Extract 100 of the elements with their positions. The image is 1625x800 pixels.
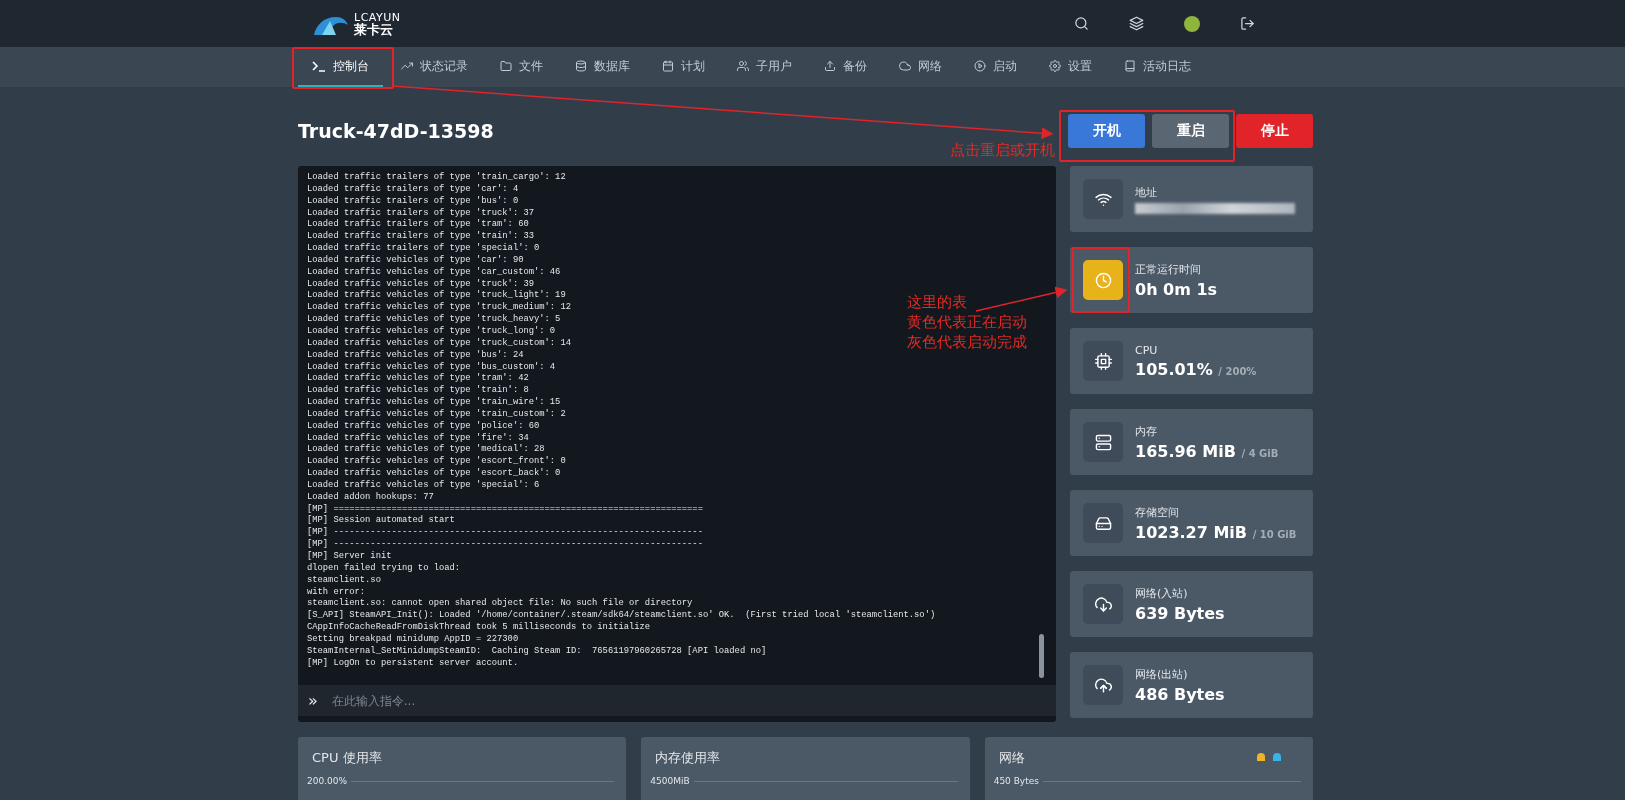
nav-tab[interactable]: 活动日志 [1110,47,1205,87]
console-line: Loaded traffic vehicles of type 'car': 90 [307,254,524,267]
console-line: Loaded traffic vehicles of type 'medical': 28 [307,444,545,456]
axis-tick: 200.00% [307,776,348,786]
console-line: Setting breakpad minidump AppID = 227300 [307,633,519,646]
stat-value: 165.96 MiB / 4 GiB [1135,441,1279,461]
database-icon [575,60,587,72]
command-field[interactable]: » 在此输入指令... [298,685,1056,716]
console-line: Loaded traffic vehicles of type 'car_custom': 46 [307,266,561,279]
nav-tab[interactable]: 控制台 [298,47,383,87]
settings-icon [1049,60,1061,72]
console-line: Loaded traffic vehicles of type 'train': 8 [307,385,529,397]
logo-text: LCAYUN [354,11,401,23]
power-button[interactable]: 开机 [1068,113,1145,148]
console-line: Loaded traffic trailers of type 'tram': 60 [307,219,529,231]
play-icon [974,60,986,72]
console-line: Loaded traffic trailers of type 'special': 0 [307,243,540,255]
nav-tab[interactable]: 状态记录 [387,47,482,87]
stat-value: 486 Bytes [1135,684,1225,704]
console-line: Loaded traffic trailers of type 'train_cargo': 12 [307,172,566,184]
folder-icon [500,60,512,72]
stat-value: 105.01% / 200% [1135,359,1257,379]
console-line: Loaded addon hookups: 77 [307,491,434,504]
console-line: [MP] LogOn to persistent server account. [307,657,519,670]
console-line: Loaded traffic vehicles of type 'tram': 42 [307,373,529,385]
console-line: Loaded traffic vehicles of type 'escort_back': 0 [307,468,561,480]
console-line: Loaded traffic vehicles of type 'bus_custom': 4 [307,361,556,373]
drive-icon [1083,503,1123,543]
console-line: Loaded traffic vehicles of type 'truck_long': 0 [307,325,556,338]
console-line: Loaded traffic trailers of type 'train': 33 [307,231,534,243]
stat-label: 正常运行时间 [1135,261,1202,277]
console-line: [MP] Session automated start [307,515,455,527]
search-button[interactable] [1074,16,1089,31]
console-line: Loaded traffic vehicles of type 'train_wire': 15 [307,397,561,409]
annotation-text: 点击重启或开机 [950,140,1055,160]
console-line: with error: [307,586,366,598]
console-line: [MP] ====================================================================== [307,503,703,515]
cloud-upload-icon [1083,665,1123,705]
console-line: Loaded traffic trailers of type 'truck': 37 [307,207,534,219]
stat-value: 639 Bytes [1135,603,1225,623]
nav-tab[interactable]: 子用户 [723,47,806,87]
console-line: Loaded traffic vehicles of type 'truck': 39 [307,278,534,290]
nav-tab[interactable]: 启动 [960,47,1031,87]
scrollbar-thumb[interactable] [1039,634,1044,678]
annotation-text: 这里的表 黄色代表正在启动 灰色代表启动完成 [907,292,1027,352]
console-line: Loaded traffic trailers of type 'bus': 0 [307,195,519,208]
power-button[interactable]: 重启 [1152,113,1229,148]
nav-tab[interactable]: 文件 [486,47,557,87]
console-line: Loaded traffic vehicles of type 'train_custom': 2 [307,408,566,421]
nav-tab[interactable]: 备份 [810,47,881,87]
console-line: [MP] ---------------------------------------------------------------------- [307,539,703,551]
console-line: [MP] ---------------------------------------------------------------------- [307,527,703,539]
stat-label: 地址 [1135,184,1158,200]
nav-tab[interactable]: 网络 [885,47,956,87]
console-line: CAppInfoCacheReadFromDiskThread took 5 milliseconds to initialize [307,622,651,634]
console-line: Loaded traffic vehicles of type 'truck_custom': 14 [307,337,571,350]
command-input[interactable]: 在此输入指令... [329,692,1046,709]
console-line: Loaded traffic vehicles of type 'escort_front': 0 [307,456,566,468]
book-icon [1124,60,1136,72]
chart-title: CPU 使用率 [312,749,383,767]
stat-label: 网络(入站) [1135,585,1189,601]
calendar-icon [662,60,674,72]
avatar-button[interactable] [1184,15,1200,32]
logo-text: 莱卡云 [354,22,394,36]
cloud-download-icon [1083,584,1123,624]
stat-value: 0h 0m 1s [1135,279,1218,299]
console-line: Loaded traffic vehicles of type 'truck_medium': 12 [307,302,571,314]
prompt-symbol: » [308,691,318,710]
nav-tab[interactable]: 数据库 [561,47,644,87]
console-line: Loaded traffic vehicles of type 'truck_heavy': 5 [307,314,561,326]
axis-tick: 4500MiB [650,776,690,786]
console-line: Loaded traffic vehicles of type 'special': 6 [307,479,540,492]
console-line: [MP] Server init [307,551,392,563]
console-line: Loaded traffic trailers of type 'car': 4 [307,183,519,196]
console-line: SteamInternal_SetMinidumpSteamID: Caching Steam ID: 76561197960265728 [API loaded no] [307,645,767,658]
stat-label: 存储空间 [1135,504,1180,520]
server-title: Truck-47dD-13598 [298,118,494,142]
chip-icon [1083,341,1123,381]
nav-tab[interactable]: 设置 [1035,47,1106,87]
stat-label: 网络(出站) [1135,666,1189,682]
console-line: Loaded traffic vehicles of type 'truck_light': 19 [307,290,566,302]
console-line: Loaded traffic vehicles of type 'bus': 24 [307,349,524,362]
console-line: Loaded traffic vehicles of type 'fire': 34 [307,432,529,444]
axis-tick: 450 Bytes [993,776,1039,786]
users-icon [737,60,749,72]
stat-label: 内存 [1135,423,1158,439]
nav-tab[interactable]: 计划 [648,47,719,87]
chart-line-icon [401,60,413,72]
power-button[interactable]: 停止 [1236,113,1313,148]
chart-title: 网络 [998,749,1026,767]
stat-value: 1023.27 MiB / 10 GiB [1135,522,1297,542]
cloud-icon [899,60,911,72]
console-line: Loaded traffic vehicles of type 'police': 60 [307,420,540,433]
upload-icon [824,60,836,72]
logout-button[interactable] [1240,16,1255,31]
chart-title: 内存使用率 [655,749,722,767]
terminal-icon [312,60,326,72]
layers-button[interactable] [1129,16,1144,31]
console-line: steamclient.so [307,574,381,587]
wifi-icon [1083,179,1123,219]
